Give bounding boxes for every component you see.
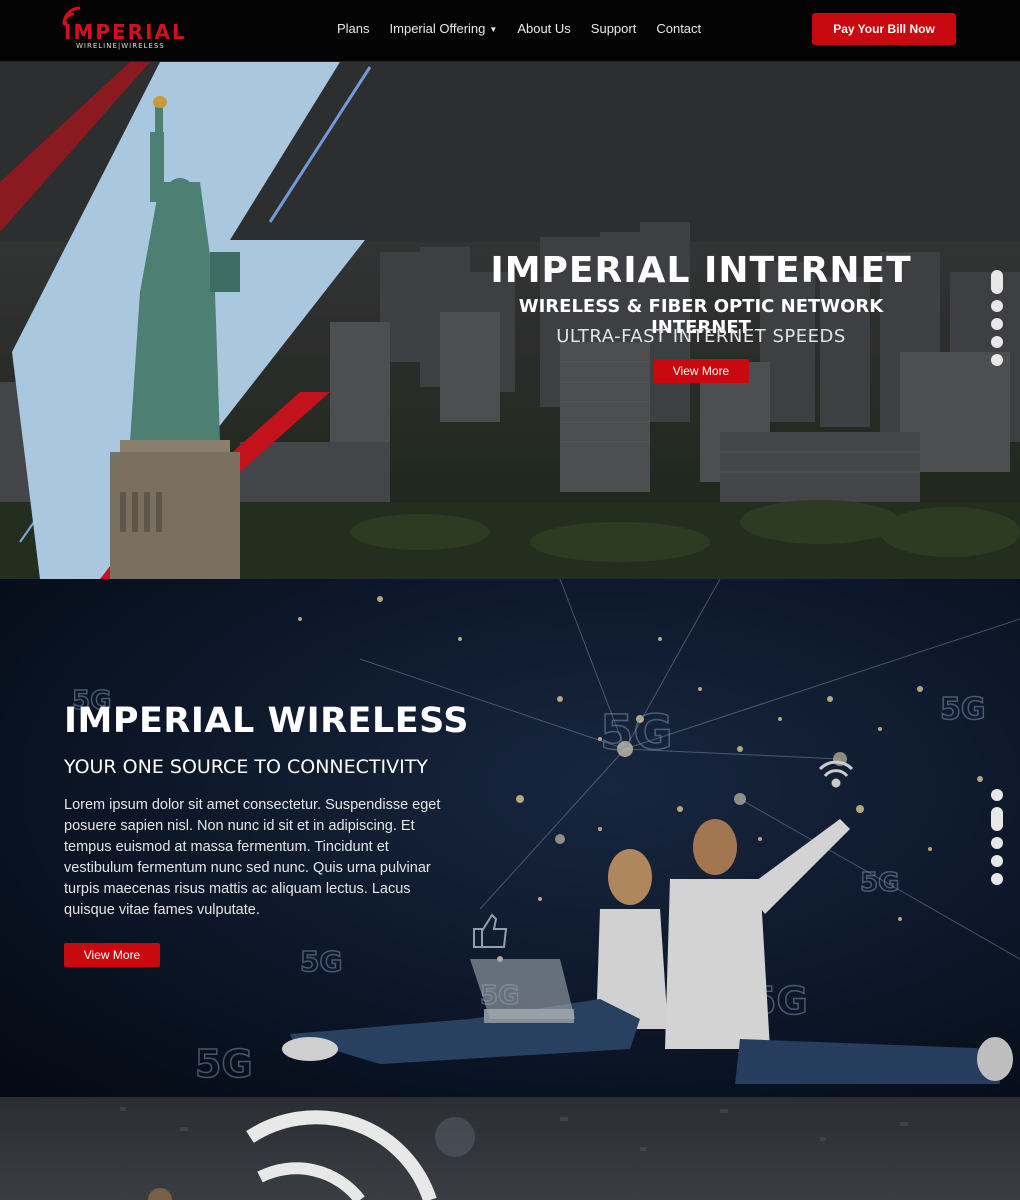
hero-body-text: Lorem ipsum dolor sit amet consectetur. …	[64, 797, 441, 918]
logo[interactable]: IMPERIAL WIRELINE|WIRELESS	[62, 6, 185, 52]
signal-arc-graphic	[120, 1107, 908, 1200]
slider-dot[interactable]	[991, 318, 1003, 330]
nav-item-support[interactable]: Support	[591, 21, 637, 36]
slider-dot[interactable]	[991, 855, 1003, 867]
hero-tagline: ULTRA-FAST INTERNET SPEEDS	[556, 326, 846, 347]
slider-pagination	[991, 270, 1003, 366]
nav-item-imperial-offering[interactable]: Imperial Offering ▼	[390, 21, 498, 36]
slider-dot[interactable]	[991, 336, 1003, 348]
logo-tagline: WIRELINE|WIRELESS	[76, 42, 165, 50]
chevron-down-icon: ▼	[489, 25, 498, 34]
slider-dot[interactable]	[991, 354, 1003, 366]
slider-pagination	[991, 789, 1003, 885]
view-more-button[interactable]: View More	[653, 359, 749, 383]
hero-slider-wireless: 5G 5G 5G 5G 5G 5G 5G 5G	[0, 579, 1020, 1097]
slider-dot[interactable]	[991, 300, 1003, 312]
slider-dot[interactable]	[991, 873, 1003, 885]
main-nav: Plans Imperial Offering ▼ About Us Suppor…	[337, 21, 701, 36]
view-more-button[interactable]: View More	[64, 943, 160, 967]
slider-dot[interactable]	[991, 270, 1003, 294]
nav-item-contact[interactable]: Contact	[656, 21, 701, 36]
slider-dot[interactable]	[991, 789, 1003, 801]
logo-wordmark: IMPERIAL	[64, 20, 187, 44]
hero-title: IMPERIAL WIRELESS	[64, 701, 470, 741]
nav-item-label: Imperial Offering	[389, 21, 486, 36]
nav-item-about-us[interactable]: About Us	[517, 21, 570, 36]
pay-bill-button[interactable]: Pay Your Bill Now	[812, 13, 956, 45]
slider-dot[interactable]	[991, 837, 1003, 849]
hero-subtitle: YOUR ONE SOURCE TO CONNECTIVITY	[64, 756, 428, 778]
hero-slider-internet: IMPERIAL INTERNET WIRELESS & FIBER OPTIC…	[0, 62, 1020, 579]
next-section-preview	[0, 1097, 1020, 1200]
hero-title: IMPERIAL INTERNET	[490, 250, 912, 291]
slider-dot[interactable]	[991, 807, 1003, 831]
site-header: IMPERIAL WIRELINE|WIRELESS Plans Imperia…	[0, 0, 1020, 62]
nav-item-plans[interactable]: Plans	[337, 21, 370, 36]
